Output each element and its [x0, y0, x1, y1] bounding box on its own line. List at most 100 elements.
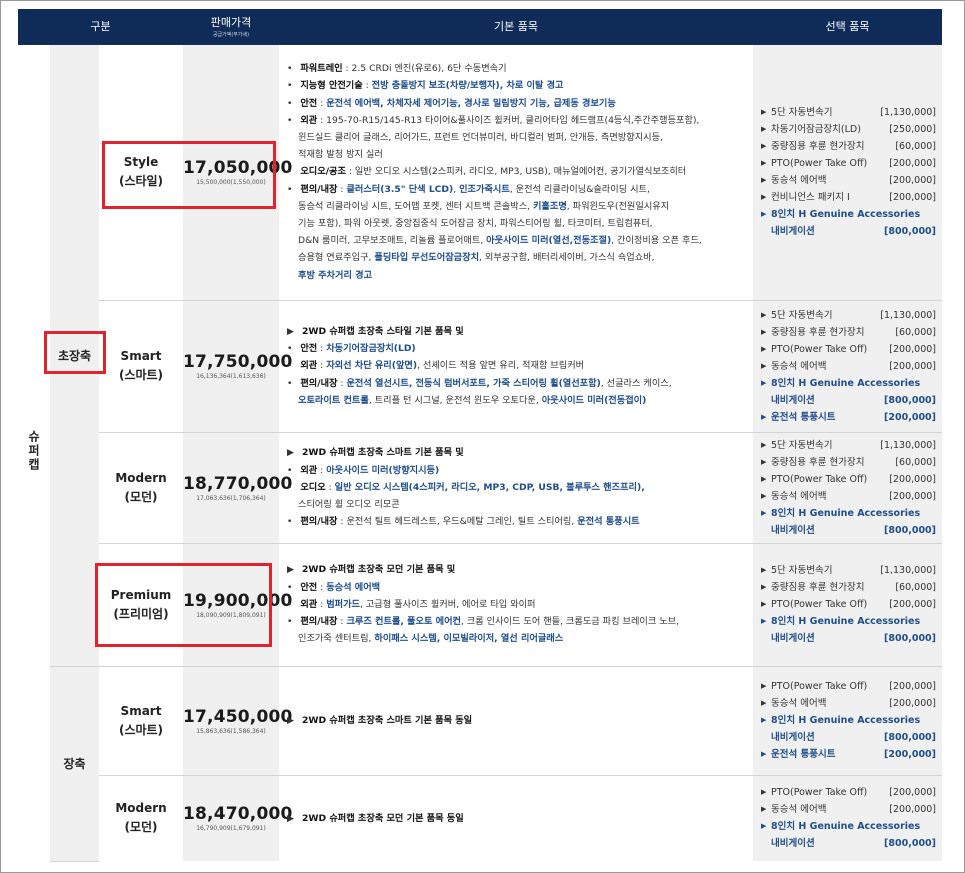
- price-sub-value: 17,063,636(1,706,364): [196, 494, 266, 502]
- option-item: ▶ 8인치 H Genuine Accessories: [761, 375, 936, 392]
- arrow-icon: ▶: [761, 750, 767, 758]
- option-price: [60,000]: [895, 141, 936, 152]
- option-price: [200,000]: [889, 490, 936, 502]
- price-cell: 17,050,000 15,500,000(1,550,000): [183, 44, 292, 301]
- feature-text: : 일반 오디오 시스템(2스피커, 라디오, MP3, USB), 매뉴얼에어…: [345, 166, 687, 178]
- price-sub-value: 18,090,909(1,809,091): [196, 611, 266, 619]
- option-price: [800,000]: [884, 732, 936, 743]
- table-row: Modern (모던) 18,470,000 16,790,909(1,679,09…: [18, 775, 942, 861]
- option-name: 5단 자동변속기: [771, 439, 833, 451]
- arrow-icon: ▶: [761, 805, 767, 814]
- bullet-icon: •: [287, 598, 296, 610]
- arrow-icon: ▶: [761, 617, 767, 625]
- option-name: 운전석 통풍시트: [771, 749, 836, 760]
- feature-text: 일반 오디오 시스템(4스피커, 라디오, MP3, CDP, USB, 블루투…: [334, 481, 645, 493]
- option-item: ▶ PTO(Power Take Off) [200,000]: [761, 784, 936, 801]
- trim-name: Modern: [115, 470, 167, 485]
- price-value: 18,770,000: [183, 473, 293, 494]
- feature-line: • 지능형 안전기술 : 전방 충돌방지 보조(차량/보행자), 차로 이탈 경…: [287, 77, 747, 94]
- option-name: 8인치 H Genuine Accessories: [771, 715, 921, 726]
- feature-text: 외관: [300, 360, 318, 372]
- option-list: ▶ 5단 자동변속기 [1,130,000] ▶ 중량짐용 후륜 현가장치 [60,000…: [761, 437, 936, 539]
- feature-text: 차동기어잠금장치(LD): [326, 343, 416, 355]
- basic-features-cell: ▶ 2WD 슈퍼캡 초장축 스마트 기본 품목 동일: [279, 666, 753, 776]
- group-cell-long-wheelbase: 초장축: [50, 44, 99, 667]
- option-item: ▶ PTO(Power Take Off) [200,000]: [761, 678, 936, 695]
- arrow-icon: ▶: [761, 600, 767, 608]
- option-name: 내비게이션: [771, 226, 815, 237]
- feature-text: , 크롬 인사이드 도어 핸들, 크롬도금 파킹 브레이크 노브,: [460, 616, 680, 628]
- feature-line: • 외관 : 자외선 차단 유리(앞면), 선셰이드 적용 앞면 유리, 적재함…: [287, 357, 747, 374]
- option-price: [60,000]: [895, 326, 936, 338]
- bullet-icon: ▶: [287, 325, 297, 337]
- price-cell: 17,750,000 16,136,364(1,613,636): [183, 300, 293, 433]
- option-name: PTO(Power Take Off): [771, 343, 868, 355]
- feature-text: 동승석 리클라이닝 시트, 도어맵 포켓, 센터 시트백 콘솔박스,: [298, 200, 533, 212]
- feature-text: 외관: [300, 114, 318, 126]
- arrow-icon: ▶: [761, 378, 767, 387]
- option-name: 동승석 에어백: [771, 360, 827, 372]
- feature-text: 폴딩타입 무선도어잠금장치: [374, 252, 480, 264]
- price-value: 19,900,000: [183, 590, 293, 611]
- trim-cell: Modern (모던): [99, 432, 183, 544]
- option-item: 내비게이션 [800,000]: [761, 392, 936, 409]
- option-price: [200,000]: [889, 192, 936, 203]
- option-name: 8인치 H Genuine Accessories: [771, 616, 921, 627]
- arrow-icon: [761, 630, 771, 647]
- table-row: 슈퍼캡 초장축 Style (스타일) 17,050,000 15,500,000(…: [18, 44, 942, 861]
- feature-line: • 편의/내장 : 크루즈 컨트롤, 풀오토 에어컨, 크롬 인사이드 도어 핸…: [287, 613, 747, 630]
- bullet-icon: •: [287, 63, 296, 75]
- bullet-icon: •: [287, 377, 296, 389]
- option-price: [1,130,000]: [880, 439, 936, 451]
- feature-text: :: [317, 464, 327, 476]
- bullet-icon: •: [287, 360, 296, 372]
- price-value: 17,450,000: [183, 706, 293, 727]
- feature-line: 적재함 발청 방지 실러: [287, 146, 747, 163]
- feature-text: 2WD 슈퍼캡 초장축 스타일 기본 품목 및: [302, 325, 464, 337]
- option-name: 8인치 H Genuine Accessories: [771, 507, 921, 519]
- feature-text: 편의/내장: [300, 616, 338, 628]
- option-list: ▶ PTO(Power Take Off) [200,000] ▶ 동승석 에어백 [20…: [761, 784, 936, 852]
- feature-line: ▶ 2WD 슈퍼캡 초장축 모던 기본 품목 동일: [287, 810, 747, 827]
- feature-text: 키홀조명: [532, 200, 567, 212]
- option-name: PTO(Power Take Off): [771, 158, 868, 169]
- option-item: ▶ 컨비니언스 패키지 Ⅰ [200,000]: [761, 189, 936, 206]
- feature-text: 2WD 슈퍼캡 초장축 스마트 기본 품목 및: [302, 447, 464, 459]
- option-item: ▶ 8인치 H Genuine Accessories: [761, 712, 936, 729]
- feature-text: 윈드실드 클리어 글래스, 리어가드, 프런트 언더뷰미러, 바디컬러 범퍼, …: [298, 131, 664, 143]
- options-cell: ▶ 5단 자동변속기 [1,130,000] ▶ 중량짐용 후륜 현가장치 [60,000…: [753, 432, 942, 544]
- feature-line: • 안전 : 운전석 에어백, 차체자세 제어기능, 경사로 밀림방지 기능, …: [287, 95, 747, 112]
- option-item: ▶ 동승석 에어백 [200,000]: [761, 172, 936, 189]
- feature-text: :: [325, 481, 335, 493]
- feature-line: • 외관 : 범퍼가드, 고급형 풀사이즈 휠커버, 에어로 타입 와이퍼: [287, 596, 747, 613]
- option-list: ▶ 5단 자동변속기 [1,130,000] ▶ 중량짐용 후륜 현가장치 [60,000…: [761, 562, 936, 647]
- feature-text: 승용형 연료주입구,: [298, 252, 375, 264]
- arrow-icon: ▶: [761, 210, 767, 218]
- option-name: 5단 자동변속기: [771, 309, 833, 321]
- option-name: 동승석 에어백: [771, 175, 827, 186]
- feature-line: 승용형 연료주입구, 폴딩타입 무선도어잠금장치, 외부공구함, 배터리세이버,…: [287, 249, 747, 266]
- trim-name-kr: (스타일): [118, 174, 164, 188]
- trim-cell: Premium (프리미엄): [99, 543, 183, 667]
- option-price: [200,000]: [884, 411, 936, 423]
- trim-name: Smart: [120, 349, 162, 363]
- arrow-icon: ▶: [761, 716, 767, 724]
- option-name: 운전석 통풍시트: [771, 411, 836, 423]
- feature-text: 적재함 발청 방지 실러: [298, 149, 383, 161]
- feature-line: • 안전 : 동승석 에어백: [287, 579, 747, 596]
- feature-text: 2WD 슈퍼캡 초장축 스마트 기본 품목 동일: [302, 714, 473, 726]
- feature-text: 오디오: [300, 481, 326, 493]
- model-label: 슈퍼캡: [26, 430, 41, 473]
- price-value: 17,750,000: [183, 352, 293, 372]
- feature-text: : 2.5 CRDi 엔진(유로6), 6단 수동변속기: [342, 63, 507, 75]
- feature-text: 외관: [300, 598, 318, 610]
- option-name: 컨비니언스 패키지 Ⅰ: [771, 192, 850, 203]
- trim-name-kr: (스마트): [118, 368, 164, 382]
- option-item: ▶ 운전석 통풍시트 [200,000]: [761, 409, 936, 426]
- arrow-icon: ▶: [761, 788, 767, 797]
- option-price: [1,130,000]: [880, 309, 936, 321]
- table-row: Premium (프리미엄) 19,900,000 18,090,909(1,809…: [18, 543, 942, 667]
- bullet-icon: ▶: [287, 447, 297, 459]
- option-item: ▶ PTO(Power Take Off) [200,000]: [761, 341, 936, 358]
- bullet-icon: ▶: [287, 564, 297, 576]
